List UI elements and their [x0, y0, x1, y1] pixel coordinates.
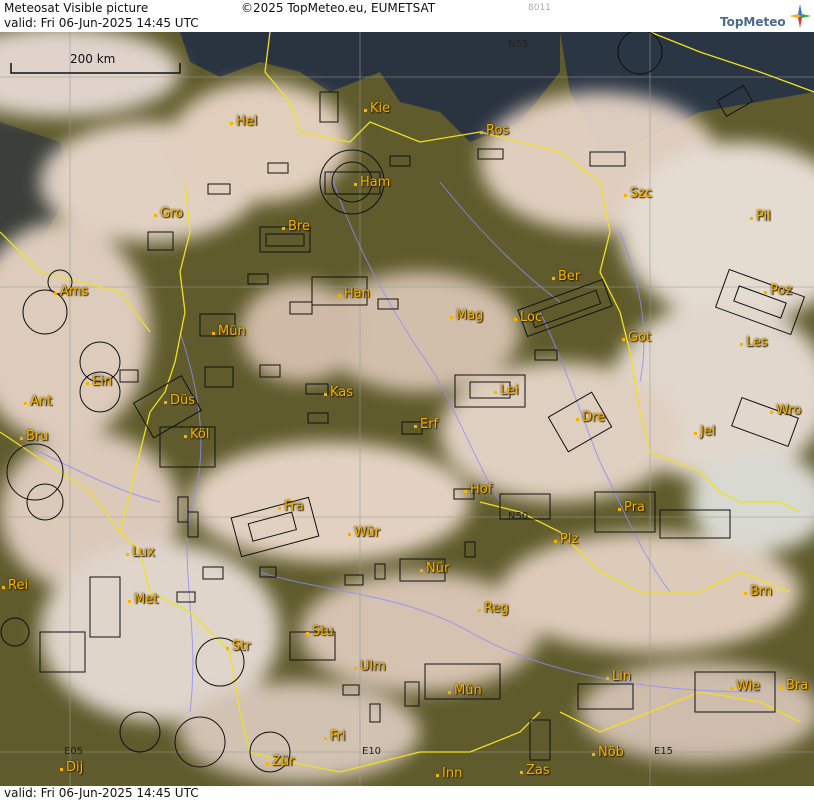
city-label-stu: Stu	[306, 624, 334, 639]
city-label-kas: Kas	[323, 385, 354, 400]
city-label-loc: Loc	[513, 310, 543, 325]
city-label-mun-south: Mün	[448, 683, 482, 698]
city-label-bru: Bru	[20, 429, 49, 444]
city-label-han: Han	[338, 286, 370, 301]
city-label-dre: Dre	[575, 410, 606, 425]
city-label-bra: Bra	[779, 678, 809, 693]
grid-label-e15: E15	[654, 746, 674, 757]
city-label-dij: Dij	[59, 760, 84, 775]
city-label-zas: Zas	[520, 763, 550, 778]
grid-label-n55: N55	[508, 39, 529, 50]
city-label-ros: Ros	[479, 123, 510, 138]
city-label-lux: Lux	[126, 545, 155, 560]
city-label-erf: Erf	[413, 417, 439, 432]
grid-label-e10: E10	[362, 746, 382, 757]
city-label-wro: Wro	[769, 403, 802, 418]
city-label-got: Got	[621, 330, 652, 345]
image-code: 8011	[528, 3, 551, 13]
city-label-nob: Nöb	[592, 745, 624, 760]
city-label-ham: Ham	[353, 175, 391, 190]
city-label-bre: Bre	[282, 219, 310, 234]
city-label-les: Les	[740, 335, 768, 350]
footer-bar: valid: Fri 06-Jun-2025 14:45 UTC	[0, 786, 814, 801]
scale-bar: 200 km	[10, 52, 181, 74]
city-label-zur: Zür	[266, 754, 295, 769]
satellite-image	[0, 32, 814, 786]
scale-bar-label: 200 km	[70, 52, 116, 66]
city-label-wur: Wür	[348, 525, 380, 540]
city-label-pra: Pra	[618, 500, 645, 515]
city-label-hel: Hel	[229, 114, 258, 129]
city-label-mun-north: Mün	[212, 324, 246, 339]
header-bar: Meteosat Visible picture valid: Fri 06-J…	[0, 0, 814, 33]
copyright-text: ©2025 TopMeteo.eu, EUMETSAT	[241, 1, 436, 15]
city-label-hof: Hof	[463, 482, 493, 497]
city-label-lin: Lin	[605, 669, 632, 684]
city-label-fri: Fri	[324, 729, 346, 744]
grid-label-n50: N50	[508, 511, 529, 522]
city-label-ulm: Ulm	[354, 659, 386, 674]
city-label-kol: Köl	[183, 427, 210, 442]
city-label-rei: Rei	[1, 578, 29, 593]
city-label-ant: Ant	[23, 394, 53, 409]
grid-label-e05: E05	[64, 746, 84, 757]
city-label-ber: Ber	[551, 269, 581, 284]
valid-time: valid: Fri 06-Jun-2025 14:45 UTC	[4, 16, 199, 30]
city-label-pil: Pil	[750, 209, 771, 224]
city-label-nur: Nür	[419, 561, 450, 576]
satellite-map[interactable]: 200 km N55 N50 E05 E10 E15 Hel Kie Ros H…	[0, 32, 814, 786]
brand-logo: TopMeteo	[720, 15, 786, 29]
city-label-szc: Szc	[623, 186, 653, 201]
city-label-ams: Ams	[53, 284, 89, 299]
city-label-plz: Plz	[553, 532, 579, 547]
city-label-str: Str	[226, 639, 251, 654]
compass-star-icon	[789, 4, 811, 28]
city-label-reg: Reg	[478, 601, 509, 616]
city-label-lei: Lei	[494, 383, 519, 398]
product-title: Meteosat Visible picture	[4, 1, 149, 15]
city-label-ein: Ein	[85, 374, 113, 389]
city-label-kie: Kie	[363, 101, 391, 116]
city-label-dus: Düs	[163, 393, 196, 408]
city-label-wie: Wie	[729, 679, 761, 694]
city-label-jel: Jel	[693, 424, 716, 439]
city-label-poz: Poz	[763, 283, 793, 298]
footer-valid-time: valid: Fri 06-Jun-2025 14:45 UTC	[4, 786, 199, 800]
city-label-mag: Mag	[449, 308, 484, 323]
city-label-gro: Gro	[153, 206, 184, 221]
city-label-fra: Fra	[278, 499, 304, 514]
city-label-met: Met	[127, 592, 159, 607]
city-label-inn: Inn	[435, 766, 463, 781]
city-label-brn: Brn	[743, 584, 773, 599]
